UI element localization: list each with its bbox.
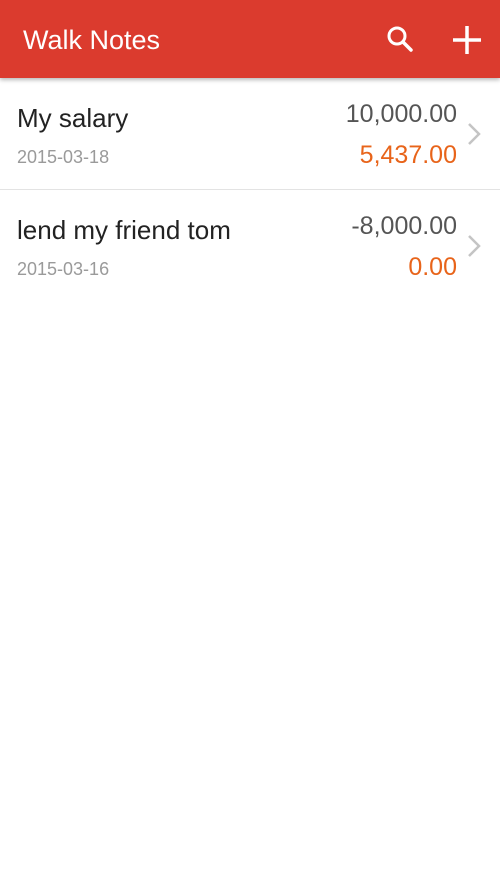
note-amount: -8,000.00	[351, 212, 457, 240]
plus-icon	[453, 26, 481, 54]
chevron-right-icon	[468, 123, 481, 145]
note-row[interactable]: lend my friend tom 2015-03-16 -8,000.00 …	[0, 190, 500, 302]
note-title: My salary	[17, 103, 129, 133]
note-balance: 0.00	[408, 253, 457, 281]
app-title: Walk Notes	[23, 25, 161, 55]
note-amount: 10,000.00	[345, 100, 457, 128]
notes-list: My salary 2015-03-18 10,000.00 5,437.00 …	[0, 78, 500, 302]
note-balance: 5,437.00	[359, 141, 457, 169]
note-row[interactable]: My salary 2015-03-18 10,000.00 5,437.00	[0, 78, 500, 190]
chevron-right-icon	[468, 235, 481, 257]
note-date: 2015-03-16	[17, 259, 110, 279]
note-title: lend my friend tom	[17, 215, 231, 245]
add-note-button[interactable]	[447, 20, 487, 60]
app-bar: Walk Notes	[0, 0, 500, 78]
search-button[interactable]	[381, 20, 421, 60]
search-icon	[387, 26, 413, 52]
note-date: 2015-03-18	[17, 147, 110, 167]
